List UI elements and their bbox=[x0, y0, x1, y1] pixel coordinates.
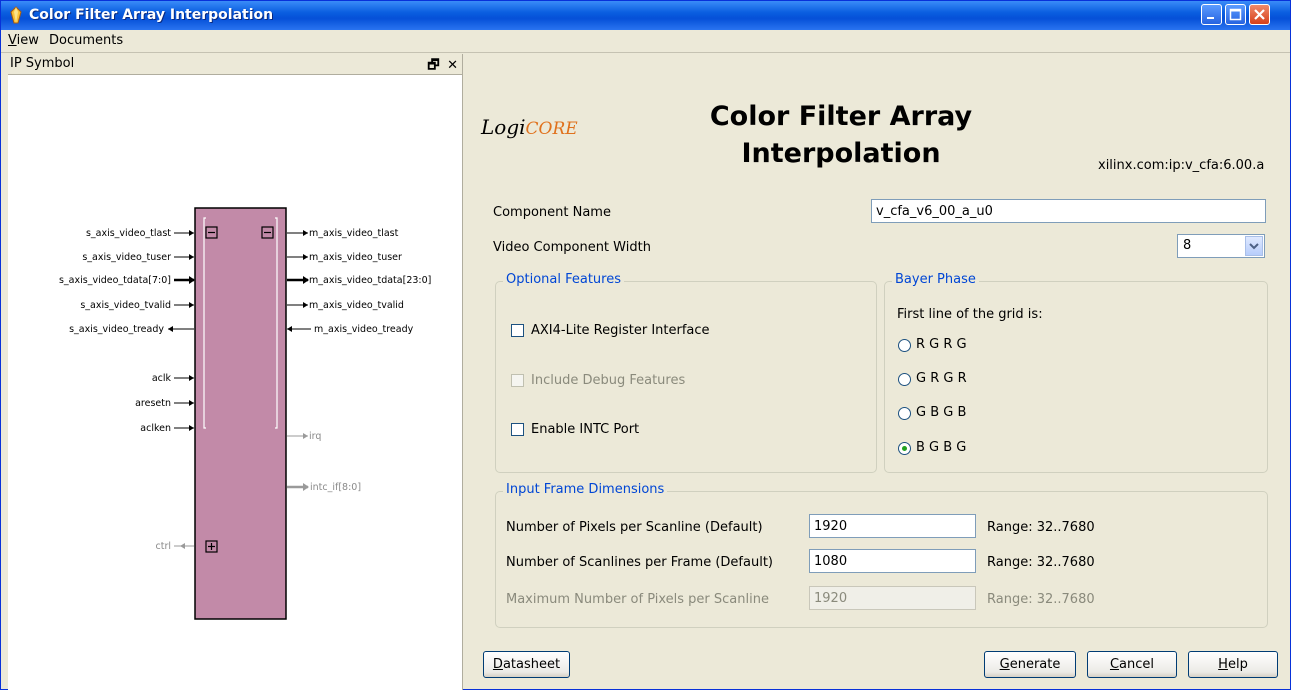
maximize-icon bbox=[1229, 8, 1242, 21]
scanlines-per-frame-input[interactable] bbox=[809, 549, 976, 573]
radio-gbgb-label: G B G B bbox=[916, 405, 967, 420]
port-label: s_axis_video_tuser bbox=[82, 252, 171, 263]
datasheet-button[interactable]: Datasheet bbox=[483, 651, 570, 678]
component-name-input[interactable] bbox=[871, 199, 1266, 223]
close-icon[interactable]: ✕ bbox=[447, 58, 458, 73]
vlnv-label: xilinx.com:ip:v_cfa:6.00.a bbox=[1098, 158, 1265, 173]
port-label: aresetn bbox=[135, 398, 171, 409]
max-pixels-label: Maximum Number of Pixels per Scanline bbox=[506, 592, 769, 607]
scanlines-range-label: Range: 32..7680 bbox=[987, 555, 1095, 570]
menu-bar: View Documents bbox=[1, 30, 1290, 53]
help-button[interactable]: Help bbox=[1188, 651, 1278, 678]
port-label: m_axis_video_tlast bbox=[309, 228, 399, 239]
pixels-per-scanline-input[interactable] bbox=[809, 514, 976, 538]
ip-block bbox=[194, 207, 287, 620]
dialog-window: Color Filter Array Interpolation View Do… bbox=[0, 0, 1291, 690]
radio-bgbg-label: B G B G bbox=[916, 440, 967, 455]
window-title: Color Filter Array Interpolation bbox=[29, 7, 274, 23]
max-pixels-range-label: Range: 32..7680 bbox=[987, 592, 1095, 607]
port-label: m_axis_video_tvalid bbox=[309, 300, 404, 311]
group-title: Bayer Phase bbox=[892, 272, 979, 287]
group-title: Optional Features bbox=[503, 272, 624, 287]
intc-port-label: Enable INTC Port bbox=[531, 422, 640, 437]
component-name-label: Component Name bbox=[493, 205, 611, 220]
port-label: m_axis_video_tready bbox=[314, 324, 414, 335]
restore-icon[interactable]: 🗗 bbox=[427, 58, 439, 73]
minimize-icon bbox=[1207, 17, 1214, 19]
port-label: aclk bbox=[152, 373, 172, 384]
axi4-lite-checkbox[interactable] bbox=[511, 324, 524, 337]
radio-gbgb[interactable] bbox=[898, 407, 911, 420]
video-width-value: 8 bbox=[1183, 238, 1192, 253]
menu-view[interactable]: View bbox=[8, 33, 39, 48]
bayer-phase-group: Bayer Phase First line of the grid is: R… bbox=[884, 272, 1268, 473]
maximize-button[interactable] bbox=[1225, 4, 1246, 25]
page-title: Color Filter Array Interpolation bbox=[709, 101, 973, 169]
ip-symbol-panel: IP Symbol 🗗 ✕ s_axis_video_tlast s_axis_… bbox=[8, 54, 463, 690]
generate-button[interactable]: Generate bbox=[984, 651, 1076, 678]
panel-header: IP Symbol 🗗 ✕ bbox=[8, 54, 462, 75]
port-label: s_axis_video_tdata[7:0] bbox=[59, 275, 171, 286]
ip-symbol-diagram: s_axis_video_tlast s_axis_video_tuser s_… bbox=[59, 207, 431, 620]
gem-icon bbox=[10, 6, 22, 24]
video-width-select[interactable]: 8 bbox=[1177, 234, 1265, 258]
pixels-per-scanline-label: Number of Pixels per Scanline (Default) bbox=[506, 520, 763, 535]
axi4-lite-label: AXI4-Lite Register Interface bbox=[531, 323, 710, 338]
scanlines-per-frame-label: Number of Scanlines per Frame (Default) bbox=[506, 555, 773, 570]
group-title: Input Frame Dimensions bbox=[503, 482, 668, 497]
radio-grgr-label: G R G R bbox=[916, 371, 967, 386]
port-label: intc_if[8:0] bbox=[310, 482, 361, 493]
intc-port-checkbox[interactable] bbox=[511, 423, 524, 436]
bayer-prompt: First line of the grid is: bbox=[897, 307, 1043, 322]
ip-symbol-canvas: s_axis_video_tlast s_axis_video_tuser s_… bbox=[8, 75, 462, 690]
port-label: s_axis_video_tlast bbox=[86, 228, 171, 239]
menu-documents[interactable]: Documents bbox=[49, 33, 123, 48]
title-bar[interactable]: Color Filter Array Interpolation bbox=[1, 1, 1290, 30]
port-label: m_axis_video_tuser bbox=[309, 252, 402, 263]
radio-grgr[interactable] bbox=[898, 373, 911, 386]
debug-features-checkbox bbox=[511, 374, 524, 387]
port-label: irq bbox=[309, 431, 321, 442]
port-label: s_axis_video_tvalid bbox=[80, 300, 171, 311]
radio-rgrg-label: R G R G bbox=[916, 337, 967, 352]
logicore-logo: LogiCORE bbox=[481, 115, 578, 139]
optional-features-group: Optional Features AXI4-Lite Register Int… bbox=[495, 272, 877, 473]
close-icon bbox=[1254, 9, 1265, 20]
minimize-button[interactable] bbox=[1201, 4, 1222, 25]
panel-title: IP Symbol bbox=[10, 56, 75, 71]
radio-bgbg[interactable] bbox=[898, 442, 911, 455]
port-label: ctrl bbox=[156, 541, 172, 552]
port-label: aclken bbox=[140, 423, 171, 434]
frame-dimensions-group: Input Frame Dimensions Number of Pixels … bbox=[495, 482, 1268, 628]
close-button[interactable] bbox=[1249, 4, 1270, 25]
max-pixels-input bbox=[809, 586, 976, 610]
cancel-button[interactable]: Cancel bbox=[1087, 651, 1177, 678]
debug-features-label: Include Debug Features bbox=[531, 373, 686, 388]
pixels-range-label: Range: 32..7680 bbox=[987, 520, 1095, 535]
chevron-down-icon[interactable] bbox=[1245, 236, 1263, 256]
port-label: m_axis_video_tdata[23:0] bbox=[309, 275, 431, 286]
radio-rgrg[interactable] bbox=[898, 339, 911, 352]
video-width-label: Video Component Width bbox=[493, 240, 651, 255]
port-label: s_axis_video_tready bbox=[69, 324, 164, 335]
